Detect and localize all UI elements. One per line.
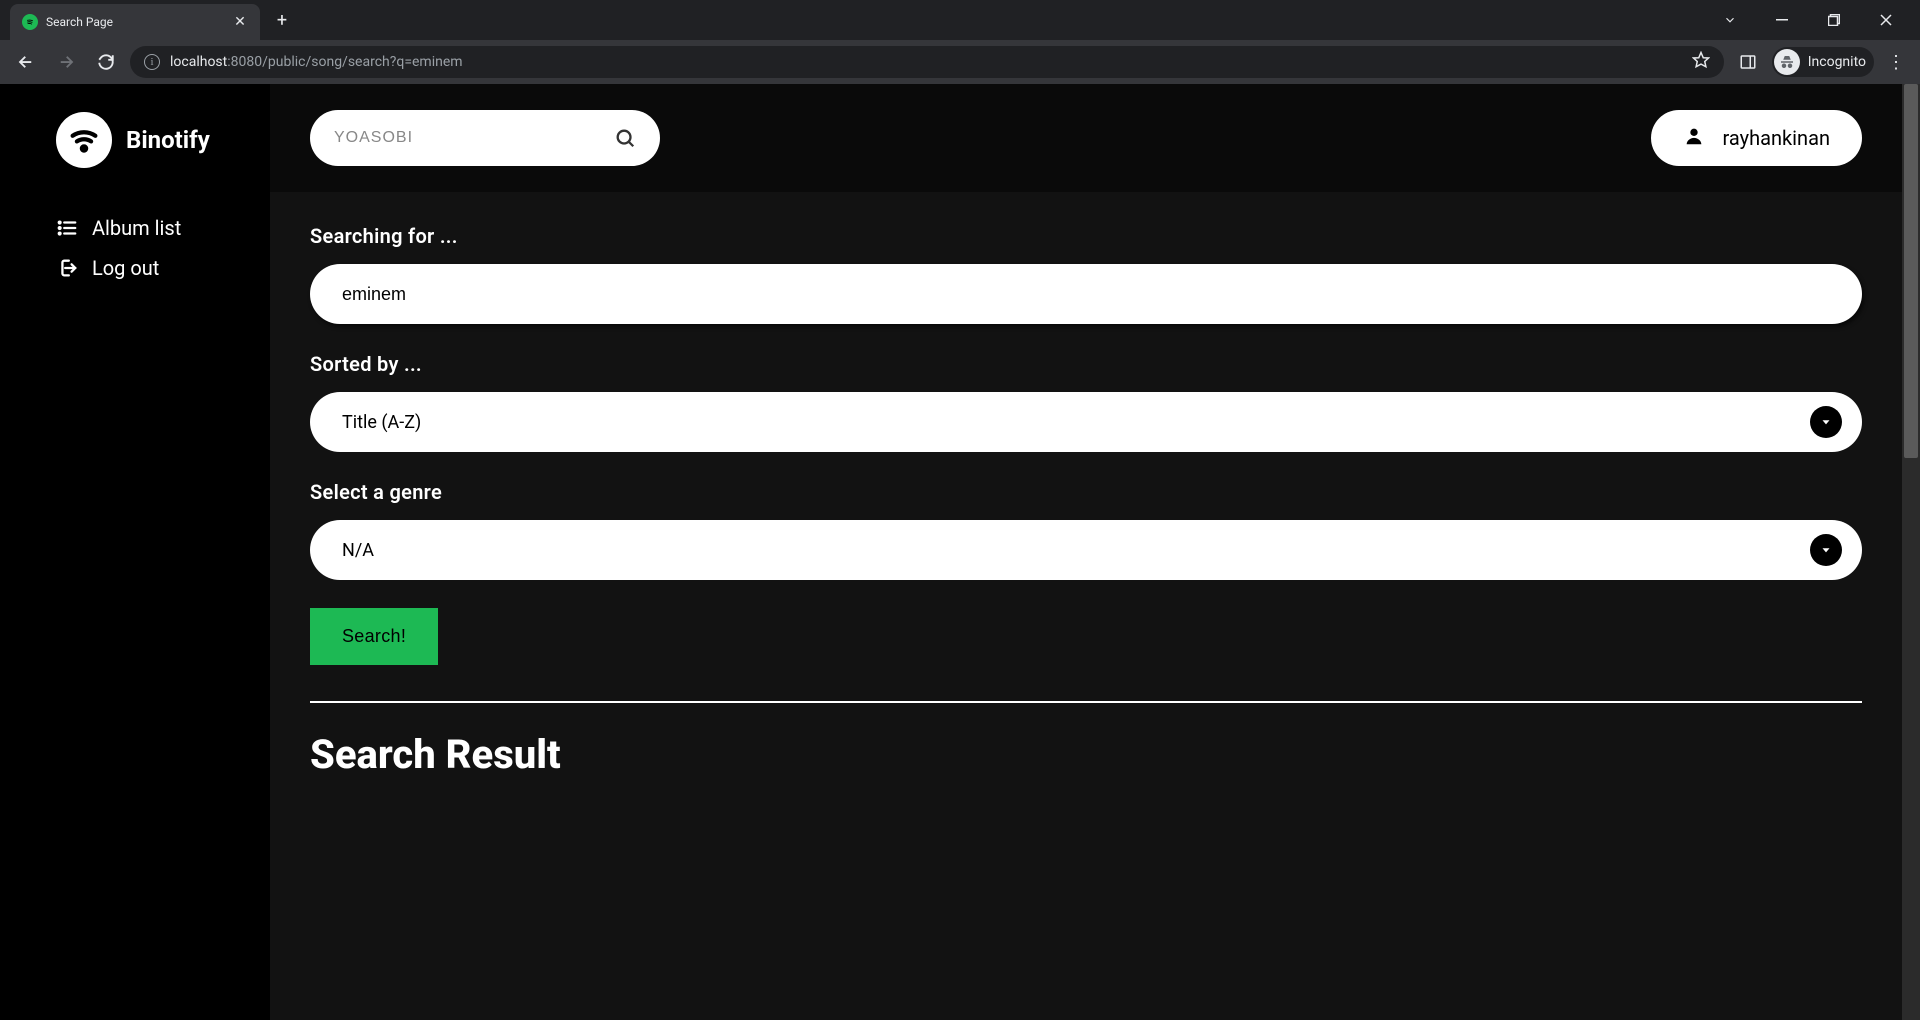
browser-chrome: Search Page ✕ + i localhost:8080/public/… bbox=[0, 0, 1920, 84]
new-tab-button[interactable]: + bbox=[268, 6, 296, 34]
browser-toolbar: i localhost:8080/public/song/search?q=em… bbox=[0, 40, 1920, 84]
app-logo[interactable]: Binotify bbox=[20, 112, 250, 168]
list-icon bbox=[56, 217, 78, 239]
app-name: Binotify bbox=[126, 126, 210, 154]
incognito-icon bbox=[1774, 49, 1800, 75]
scrollbar-thumb[interactable] bbox=[1904, 84, 1918, 458]
browser-tab[interactable]: Search Page ✕ bbox=[10, 4, 260, 40]
tab-title: Search Page bbox=[46, 15, 224, 29]
searching-for-label: Searching for ... bbox=[310, 224, 1862, 248]
reload-button[interactable] bbox=[90, 46, 122, 78]
address-bar[interactable]: i localhost:8080/public/song/search?q=em… bbox=[130, 46, 1724, 78]
window-controls bbox=[1708, 4, 1920, 36]
url-text: localhost:8080/public/song/search?q=emin… bbox=[170, 54, 463, 70]
caret-down-icon bbox=[1810, 534, 1842, 566]
tab-bar: Search Page ✕ + bbox=[0, 0, 1920, 40]
wifi-logo-icon bbox=[56, 112, 112, 168]
sidebar-item-label: Log out bbox=[92, 256, 159, 280]
bookmark-star-icon[interactable] bbox=[1692, 51, 1710, 73]
divider bbox=[310, 701, 1862, 703]
sidebar: Binotify Album list Log out bbox=[0, 84, 270, 1020]
user-chip[interactable]: rayhankinan bbox=[1651, 110, 1863, 166]
search-form: Searching for ... Sorted by ... Title (A… bbox=[270, 192, 1902, 1020]
vertical-scrollbar[interactable]: ▲ bbox=[1902, 84, 1920, 1020]
incognito-label: Incognito bbox=[1808, 54, 1866, 70]
genre-select[interactable]: N/A bbox=[310, 520, 1862, 580]
forward-button[interactable] bbox=[50, 46, 82, 78]
sidebar-item-album-list[interactable]: Album list bbox=[20, 208, 250, 248]
browser-menu-icon[interactable]: ⋮ bbox=[1882, 52, 1910, 73]
side-panel-icon[interactable] bbox=[1732, 46, 1764, 78]
sidebar-item-label: Album list bbox=[92, 216, 181, 240]
topbar-search-input[interactable] bbox=[334, 129, 614, 147]
incognito-indicator[interactable]: Incognito bbox=[1772, 47, 1874, 77]
user-icon bbox=[1683, 125, 1705, 152]
username-label: rayhankinan bbox=[1723, 126, 1831, 150]
caret-down-icon bbox=[1810, 406, 1842, 438]
sorted-by-label: Sorted by ... bbox=[310, 352, 1862, 376]
back-button[interactable] bbox=[10, 46, 42, 78]
sort-select-value: Title (A-Z) bbox=[342, 412, 1810, 433]
spotify-favicon-icon bbox=[22, 14, 38, 30]
select-genre-label: Select a genre bbox=[310, 480, 1862, 504]
topbar: rayhankinan bbox=[270, 84, 1902, 192]
logout-icon bbox=[56, 257, 78, 279]
maximize-icon[interactable] bbox=[1812, 4, 1856, 36]
search-submit-button[interactable]: Search! bbox=[310, 608, 438, 665]
topbar-search[interactable] bbox=[310, 110, 660, 166]
sort-select[interactable]: Title (A-Z) bbox=[310, 392, 1862, 452]
search-icon[interactable] bbox=[614, 127, 636, 149]
close-icon[interactable] bbox=[1864, 4, 1908, 36]
genre-select-value: N/A bbox=[342, 540, 1810, 561]
minimize-icon[interactable] bbox=[1760, 4, 1804, 36]
search-result-heading: Search Result bbox=[310, 731, 1862, 778]
tab-close-icon[interactable]: ✕ bbox=[232, 14, 248, 30]
search-query-input[interactable] bbox=[310, 264, 1862, 324]
chevron-down-icon[interactable] bbox=[1708, 4, 1752, 36]
site-info-icon[interactable]: i bbox=[144, 54, 160, 70]
main-content: rayhankinan Searching for ... Sorted by … bbox=[270, 84, 1902, 1020]
sidebar-item-logout[interactable]: Log out bbox=[20, 248, 250, 288]
